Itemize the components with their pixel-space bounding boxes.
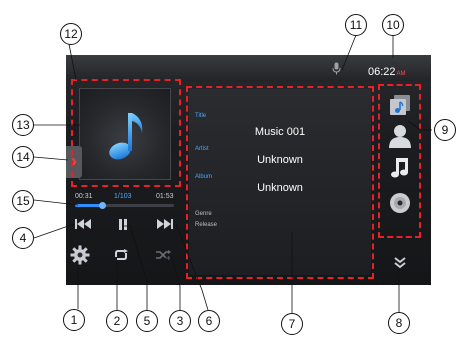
callout-7: 7 — [281, 313, 303, 335]
callout-12: 12 — [60, 23, 82, 45]
callout-8: 8 — [388, 312, 410, 334]
callout-5: 5 — [136, 310, 158, 332]
callout-13: 13 — [12, 114, 34, 136]
callout-2: 2 — [106, 310, 128, 332]
callout-1: 1 — [63, 309, 85, 331]
callout-10: 10 — [382, 14, 404, 36]
callout-14: 14 — [12, 146, 34, 168]
callout-6: 6 — [198, 310, 220, 332]
callout-3: 3 — [169, 310, 191, 332]
callout-4: 4 — [12, 227, 34, 249]
callout-9: 9 — [434, 119, 456, 141]
callout-11: 11 — [345, 14, 367, 36]
callout-15: 15 — [12, 190, 34, 212]
callout-leader-lines — [33, 34, 432, 313]
